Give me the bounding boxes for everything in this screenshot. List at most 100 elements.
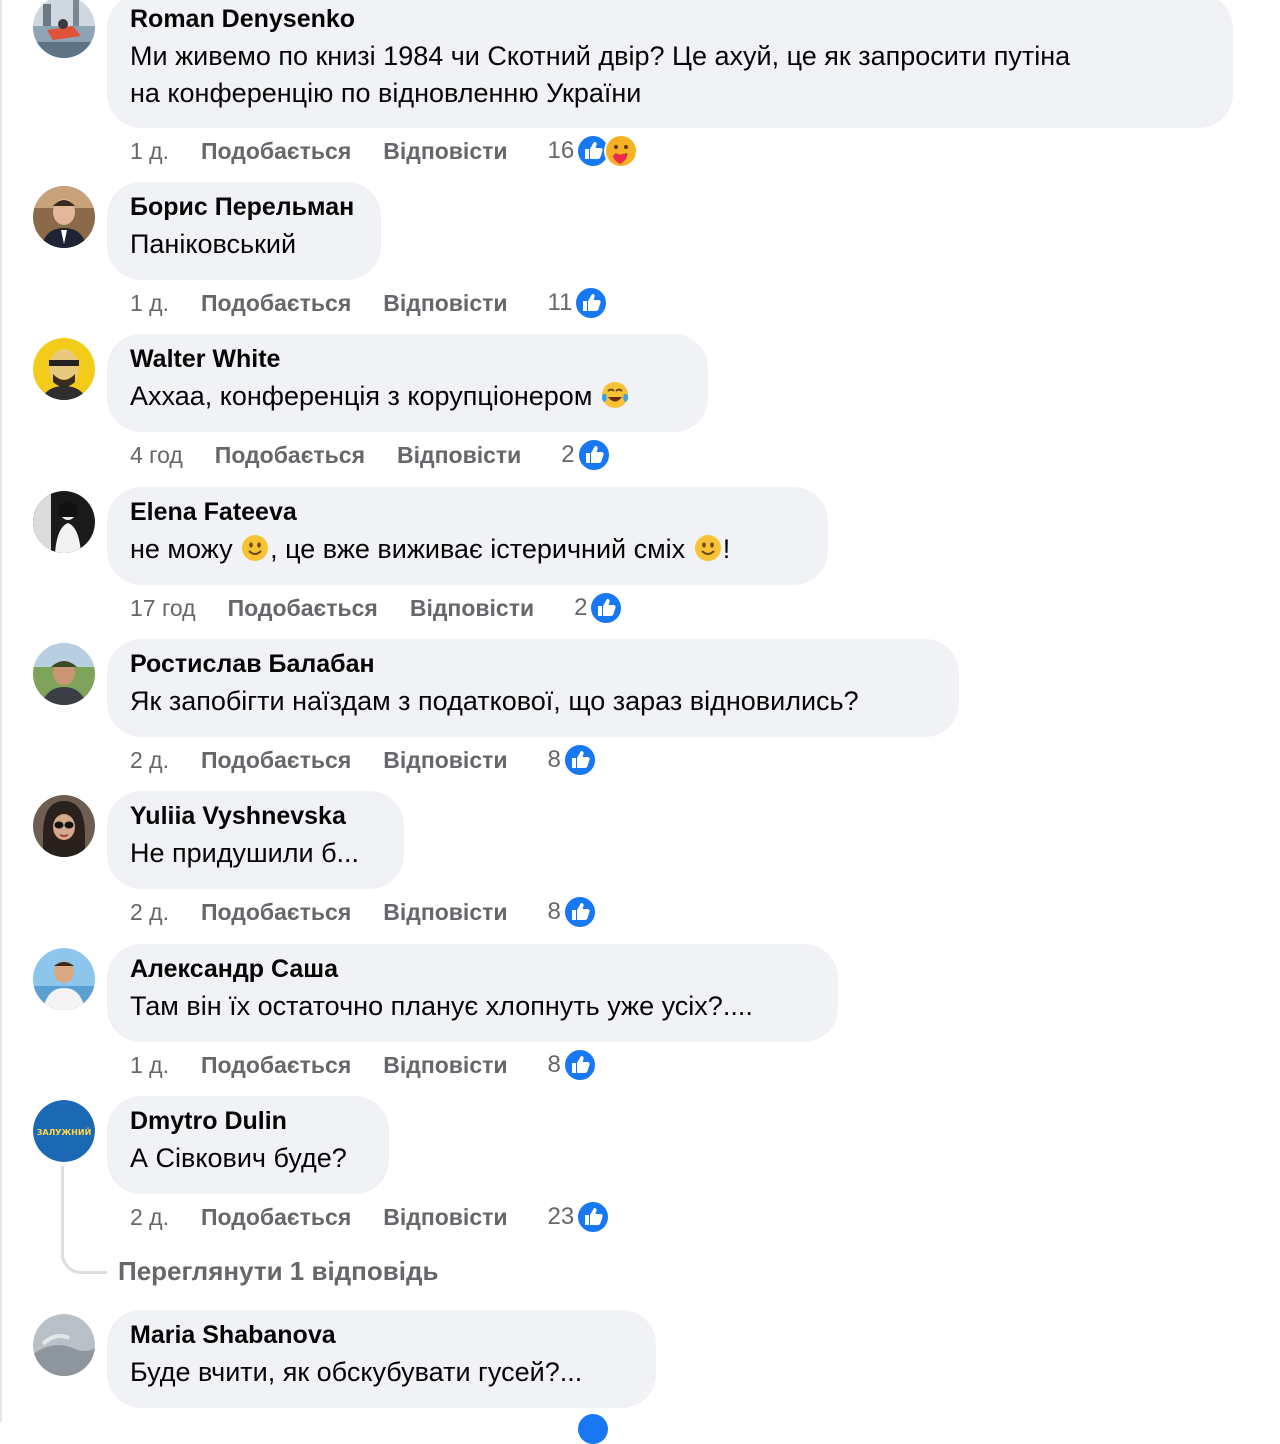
- comment-time[interactable]: 2 д.: [130, 1204, 169, 1231]
- like-button[interactable]: Подобається: [215, 442, 365, 469]
- reply-button[interactable]: Відповісти: [383, 290, 507, 317]
- comment-list: Roman Denysenko Ми живемо по книзі 1984 …: [0, 0, 1280, 1444]
- reply-button[interactable]: Відповісти: [383, 1052, 507, 1079]
- comment-time[interactable]: 4 год: [130, 442, 183, 469]
- avatar[interactable]: [33, 338, 95, 400]
- comment-text: Аххаа, конференція з корупціонером: [130, 378, 685, 415]
- comment-time[interactable]: 2 д.: [130, 747, 169, 774]
- reaction-count: 8: [547, 1051, 561, 1078]
- like-button[interactable]: Подобається: [201, 747, 351, 774]
- comment-text-part: !: [722, 534, 731, 564]
- comment-time[interactable]: 2 д.: [130, 899, 169, 926]
- reply-thread-connector: [61, 1166, 107, 1274]
- tears-of-joy-icon: [600, 380, 630, 410]
- like-button[interactable]: Подобається: [201, 290, 351, 317]
- like-button[interactable]: Подобається: [201, 138, 351, 165]
- reaction-count: 2: [561, 441, 575, 468]
- reply-button[interactable]: Відповісти: [383, 899, 507, 926]
- reply-button[interactable]: Відповісти: [410, 595, 534, 622]
- comment-author[interactable]: Maria Shabanova: [130, 1320, 633, 1350]
- comment-text: не можу , це вже виживає істеричний сміх…: [130, 531, 805, 568]
- avatar[interactable]: ЗАЛУЖНИЙ: [33, 1100, 95, 1162]
- reply-button[interactable]: Відповісти: [383, 747, 507, 774]
- comment-author[interactable]: Александр Саша: [130, 954, 815, 984]
- comment-meta: 2 д. Подобається Відповісти 8: [130, 895, 597, 929]
- comment-bubble: Elena Fateeva не можу , це вже виживає і…: [107, 487, 828, 585]
- reaction-count: 8: [547, 898, 561, 925]
- comment-text: Ми живемо по книзі 1984 чи Скотний двір?…: [130, 38, 1210, 112]
- comment-time[interactable]: 1 д.: [130, 290, 169, 317]
- avatar[interactable]: [33, 948, 95, 1010]
- reaction-summary[interactable]: 8: [548, 743, 597, 777]
- comment-time[interactable]: 1 д.: [130, 138, 169, 165]
- comment-text-part: , це вже виживає істеричний сміх: [270, 534, 686, 564]
- comment-bubble: Борис Перельман Паніковський: [107, 182, 381, 280]
- comment-time[interactable]: 17 год: [130, 595, 196, 622]
- reaction-count: 16: [547, 137, 575, 164]
- like-icon: [574, 286, 609, 320]
- comment-bubble: Maria Shabanova Буде вчити, як обскубува…: [107, 1310, 656, 1408]
- comment-meta: 1 д. Подобається Відповісти 11: [130, 286, 609, 320]
- comment-bubble: Dmytro Dulin А Сівкович буде?: [107, 1096, 389, 1194]
- comment-author[interactable]: Dmytro Dulin: [130, 1106, 366, 1136]
- like-icon: [562, 895, 597, 929]
- comment-text-line-1: Ми живемо по книзі 1984 чи Скотний двір?…: [130, 41, 1071, 71]
- svg-text:ЗАЛУЖНИЙ: ЗАЛУЖНИЙ: [37, 1126, 92, 1137]
- slight-smile-icon: [240, 533, 270, 563]
- comment-text: Як запобігти наїздам з податкової, що за…: [130, 686, 859, 716]
- comment-meta: 4 год Подобається Відповісти 2: [130, 438, 611, 472]
- comment-text: Паніковський: [130, 229, 297, 259]
- comment-text-part: не можу: [130, 534, 233, 564]
- comment-text-line-2: на конференцію по відновленню України: [130, 78, 642, 108]
- comment-bubble: Roman Denysenko Ми живемо по книзі 1984 …: [107, 0, 1233, 128]
- comment-text: А Сівкович буде?: [130, 1143, 347, 1173]
- comment-bubble: Ростислав Балабан Як запобігти наїздам з…: [107, 639, 959, 737]
- comment-author[interactable]: Борис Перельман: [130, 192, 358, 222]
- comment-text: Там він їх остаточно планує хлопнуть уже…: [130, 991, 753, 1021]
- reaction-summary[interactable]: 2: [574, 591, 624, 625]
- comment-author[interactable]: Roman Denysenko: [130, 4, 1210, 34]
- comment-meta: 2 д. Подобається Відповісти 8: [130, 743, 597, 777]
- view-replies-link[interactable]: Переглянути 1 відповідь: [118, 1256, 438, 1287]
- comment-text: Не придушили б...: [130, 838, 360, 868]
- reply-button[interactable]: Відповісти: [397, 442, 521, 469]
- like-button[interactable]: Подобається: [201, 1204, 351, 1231]
- like-icon: [562, 1048, 597, 1082]
- like-icon: [589, 591, 624, 625]
- reaction-summary[interactable]: 2: [561, 438, 611, 472]
- comment-bubble: Walter White Аххаа, конференція з корупц…: [107, 334, 708, 432]
- avatar[interactable]: [33, 186, 95, 248]
- comment-author[interactable]: Elena Fateeva: [130, 497, 805, 527]
- like-button[interactable]: Подобається: [228, 595, 378, 622]
- reaction-count: 11: [547, 289, 573, 316]
- avatar[interactable]: [33, 491, 95, 553]
- reaction-summary[interactable]: 11: [548, 286, 609, 320]
- comment-text-body: Аххаа, конференція з корупціонером: [130, 381, 593, 411]
- comment-meta: 1 д. Подобається Відповісти 16: [130, 134, 639, 168]
- like-button[interactable]: Подобається: [201, 1052, 351, 1079]
- reaction-summary[interactable]: 16: [548, 134, 639, 168]
- comment-author[interactable]: Yuliia Vyshnevska: [130, 801, 381, 831]
- comment-meta: 2 д. Подобається Відповісти 23: [130, 1200, 611, 1234]
- reaction-count: 2: [574, 594, 588, 621]
- comment-author[interactable]: Walter White: [130, 344, 685, 374]
- avatar[interactable]: [33, 643, 95, 705]
- reaction-summary[interactable]: 23: [548, 1200, 611, 1234]
- comment-time[interactable]: 1 д.: [130, 1052, 169, 1079]
- like-button[interactable]: Подобається: [201, 899, 351, 926]
- reaction-summary[interactable]: 8: [548, 1048, 597, 1082]
- comment-meta: 1 д. Подобається Відповісти 8: [130, 1048, 597, 1082]
- reply-button[interactable]: Відповісти: [383, 1204, 507, 1231]
- avatar[interactable]: [33, 1314, 95, 1376]
- reaction-count: 23: [547, 1203, 575, 1230]
- comment-bubble: Yuliia Vyshnevska Не придушили б...: [107, 791, 404, 889]
- slight-smile-icon: [693, 533, 723, 563]
- reaction-summary[interactable]: 8: [548, 895, 597, 929]
- avatar[interactable]: [33, 795, 95, 857]
- like-icon: [578, 1414, 608, 1444]
- reply-button[interactable]: Відповісти: [383, 138, 507, 165]
- avatar[interactable]: [33, 0, 95, 58]
- like-icon: [576, 1200, 611, 1234]
- like-icon: [562, 743, 597, 777]
- comment-author[interactable]: Ростислав Балабан: [130, 649, 936, 679]
